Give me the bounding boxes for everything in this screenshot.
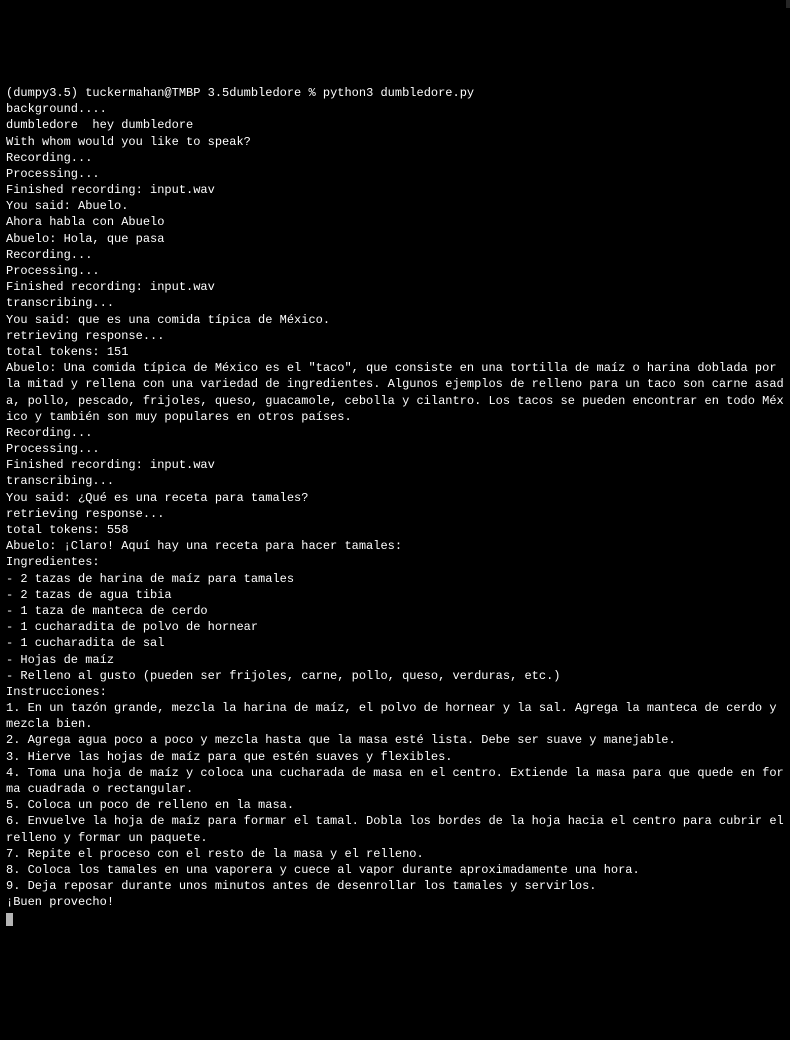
output-line: Processing... (6, 263, 784, 279)
output-line: 3. Hierve las hojas de maíz para que est… (6, 749, 784, 765)
output-line: Processing... (6, 166, 784, 182)
output-line: total tokens: 151 (6, 344, 784, 360)
output-line: Ahora habla con Abuelo (6, 214, 784, 230)
output-line: 7. Repite el proceso con el resto de la … (6, 846, 784, 862)
output-line: - 1 cucharadita de sal (6, 635, 784, 651)
output-line: Ingredientes: (6, 554, 784, 570)
output-line: 1. En un tazón grande, mezcla la harina … (6, 700, 784, 732)
output-line: background.... (6, 101, 784, 117)
output-line: Abuelo: ¡Claro! Aquí hay una receta para… (6, 538, 784, 554)
output-line: Abuelo: Una comida típica de México es e… (6, 360, 784, 425)
output-line: - Relleno al gusto (pueden ser frijoles,… (6, 668, 784, 684)
output-line: transcribing... (6, 473, 784, 489)
output-line: You said: ¿Qué es una receta para tamale… (6, 490, 784, 506)
output-line: Instrucciones: (6, 684, 784, 700)
output-line: Recording... (6, 247, 784, 263)
output-line: 6. Envuelve la hoja de maíz para formar … (6, 813, 784, 845)
output-line: You said: que es una comida típica de Mé… (6, 312, 784, 328)
shell-prompt-line: (dumpy3.5) tuckermahan@TMBP 3.5dumbledor… (6, 85, 784, 101)
output-line: total tokens: 558 (6, 522, 784, 538)
terminal-output[interactable]: (dumpy3.5) tuckermahan@TMBP 3.5dumbledor… (6, 69, 784, 927)
output-line: Recording... (6, 150, 784, 166)
output-line: - 1 taza de manteca de cerdo (6, 603, 784, 619)
prompt-env: (dumpy3.5) (6, 86, 78, 100)
output-line: - 2 tazas de agua tibia (6, 587, 784, 603)
output-line: Finished recording: input.wav (6, 457, 784, 473)
output-line: 4. Toma una hoja de maíz y coloca una cu… (6, 765, 784, 797)
output-line: transcribing... (6, 295, 784, 311)
terminal-cursor (6, 913, 13, 926)
output-line: - 2 tazas de harina de maíz para tamales (6, 571, 784, 587)
output-line: With whom would you like to speak? (6, 134, 784, 150)
output-line: retrieving response... (6, 506, 784, 522)
prompt-symbol: % (308, 86, 315, 100)
output-line: 5. Coloca un poco de relleno en la masa. (6, 797, 784, 813)
output-line: Finished recording: input.wav (6, 279, 784, 295)
prompt-dir: 3.5dumbledore (208, 86, 302, 100)
output-line: Processing... (6, 441, 784, 457)
prompt-command: python3 dumbledore.py (323, 86, 474, 100)
output-line: ¡Buen provecho! (6, 894, 784, 910)
output-line: retrieving response... (6, 328, 784, 344)
output-line: Recording... (6, 425, 784, 441)
output-line: 2. Agrega agua poco a poco y mezcla hast… (6, 732, 784, 748)
output-line: You said: Abuelo. (6, 198, 784, 214)
output-line: dumbledore hey dumbledore (6, 117, 784, 133)
output-line: Abuelo: Hola, que pasa (6, 231, 784, 247)
output-line: - Hojas de maíz (6, 652, 784, 668)
output-line: Finished recording: input.wav (6, 182, 784, 198)
output-line: - 1 cucharadita de polvo de hornear (6, 619, 784, 635)
output-line: 9. Deja reposar durante unos minutos ant… (6, 878, 784, 894)
scrollbar-indicator[interactable] (786, 0, 790, 8)
output-line: 8. Coloca los tamales en una vaporera y … (6, 862, 784, 878)
prompt-userhost: tuckermahan@TMBP (85, 86, 200, 100)
